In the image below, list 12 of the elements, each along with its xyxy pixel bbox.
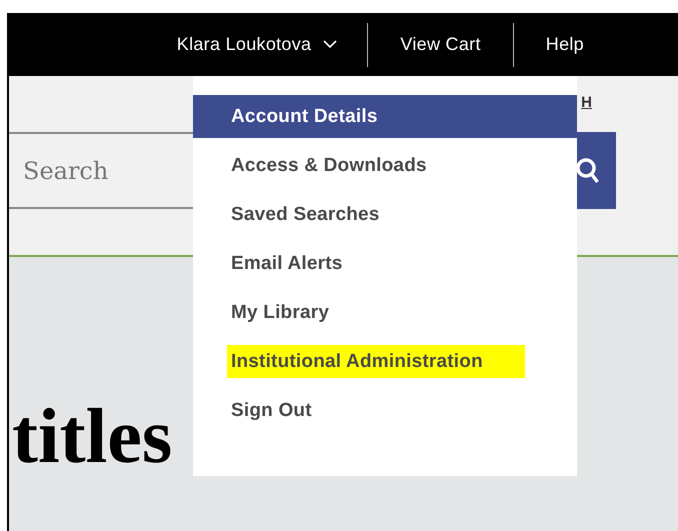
menu-item[interactable]: Access & Downloads	[193, 144, 577, 187]
menu-item[interactable]: Saved Searches	[193, 193, 577, 236]
menu-item[interactable]: Email Alerts	[193, 242, 577, 285]
page-heading: titles	[12, 397, 172, 475]
menu-item[interactable]: Account Details	[193, 95, 577, 138]
user-menu-button[interactable]: Klara Loukotova	[176, 34, 368, 55]
chevron-down-icon	[323, 40, 338, 49]
menu-item[interactable]: My Library	[193, 291, 577, 334]
nav-link[interactable]: Help	[514, 34, 616, 55]
header-link[interactable]: H	[581, 94, 592, 118]
nav-link[interactable]: View Cart	[368, 34, 513, 55]
menu-item[interactable]: Sign Out	[193, 389, 577, 432]
